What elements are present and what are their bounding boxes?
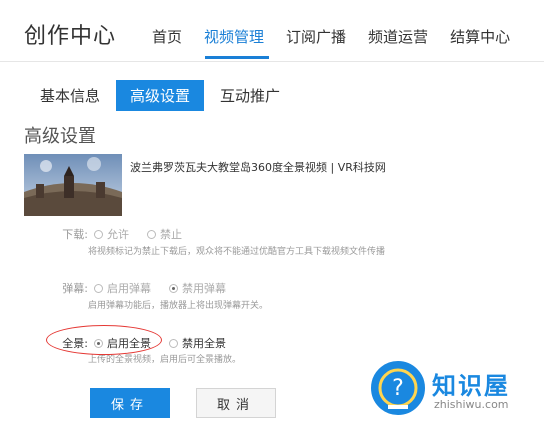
cancel-button[interactable]: 取消 <box>196 388 276 418</box>
danmaku-disable-radio[interactable]: 禁用弹幕 <box>169 280 226 296</box>
save-button[interactable]: 保存 <box>90 388 170 418</box>
tab-basic-info[interactable]: 基本信息 <box>30 81 110 110</box>
nav-item-channel-ops[interactable]: 频道运营 <box>368 26 428 47</box>
video-title[interactable]: 波兰弗罗茨瓦夫大教堂岛360度全景视频 | VR科技网 <box>130 159 386 175</box>
question-icon: ? <box>378 368 418 409</box>
panorama-thumbnail-image <box>24 154 122 216</box>
danmaku-setting: 弹幕: 启用弹幕 禁用弹幕 <box>50 280 244 296</box>
watermark-name: 知识屋 <box>432 372 510 400</box>
panorama-disable-radio[interactable]: 禁用全景 <box>169 335 226 351</box>
radio-icon <box>94 283 103 293</box>
highlight-annotation-oval <box>46 325 162 355</box>
tab-advanced-settings[interactable]: 高级设置 <box>116 80 205 111</box>
download-allow-radio[interactable]: 允许 <box>94 226 129 242</box>
watermark-domain: zhishiwu.com <box>434 398 509 411</box>
watermark: ? 知识屋 zhishiwu.com <box>368 352 544 426</box>
nav-item-home[interactable]: 首页 <box>152 26 182 47</box>
video-thumbnail[interactable] <box>24 154 122 216</box>
radio-icon <box>169 338 178 348</box>
danmaku-disable-label: 禁用弹幕 <box>182 282 226 295</box>
danmaku-label: 弹幕: <box>62 282 88 295</box>
nav-active-indicator <box>205 56 269 59</box>
tab-interactive-promotion[interactable]: 互动推广 <box>210 81 290 110</box>
main-nav: 首页 视频管理 订阅广播 频道运营 结算中心 <box>152 26 532 47</box>
brand-title: 创作中心 <box>24 24 117 49</box>
radio-icon <box>94 229 103 239</box>
download-label: 下载: <box>62 228 88 241</box>
svg-text:?: ? <box>392 376 404 401</box>
watermark-logo-icon: ? <box>368 358 428 418</box>
top-bar: 创作中心 首页 视频管理 订阅广播 频道运营 结算中心 <box>0 0 544 62</box>
download-hint: 将视频标记为禁止下载后，观众将不能通过优酷官方工具下载视频文件传播 <box>88 247 386 257</box>
download-deny-radio[interactable]: 禁止 <box>147 226 182 242</box>
nav-item-subscription[interactable]: 订阅广播 <box>286 26 346 47</box>
nav-item-settlement[interactable]: 结算中心 <box>450 26 510 47</box>
section-title: 高级设置 <box>24 126 96 147</box>
danmaku-enable-label: 启用弹幕 <box>107 282 151 295</box>
radio-icon <box>169 283 178 293</box>
danmaku-enable-radio[interactable]: 启用弹幕 <box>94 280 151 296</box>
panorama-disable-label: 禁用全景 <box>182 337 226 350</box>
download-deny-label: 禁止 <box>160 228 182 241</box>
download-allow-label: 允许 <box>107 228 129 241</box>
download-setting: 下载: 允许 禁止 <box>50 226 200 242</box>
danmaku-hint: 启用弹幕功能后，播放器上将出现弹幕开关。 <box>88 301 269 311</box>
nav-item-video-management[interactable]: 视频管理 <box>204 26 264 47</box>
radio-icon <box>147 229 156 239</box>
sub-tabs: 基本信息 高级设置 互动推广 <box>30 80 296 111</box>
